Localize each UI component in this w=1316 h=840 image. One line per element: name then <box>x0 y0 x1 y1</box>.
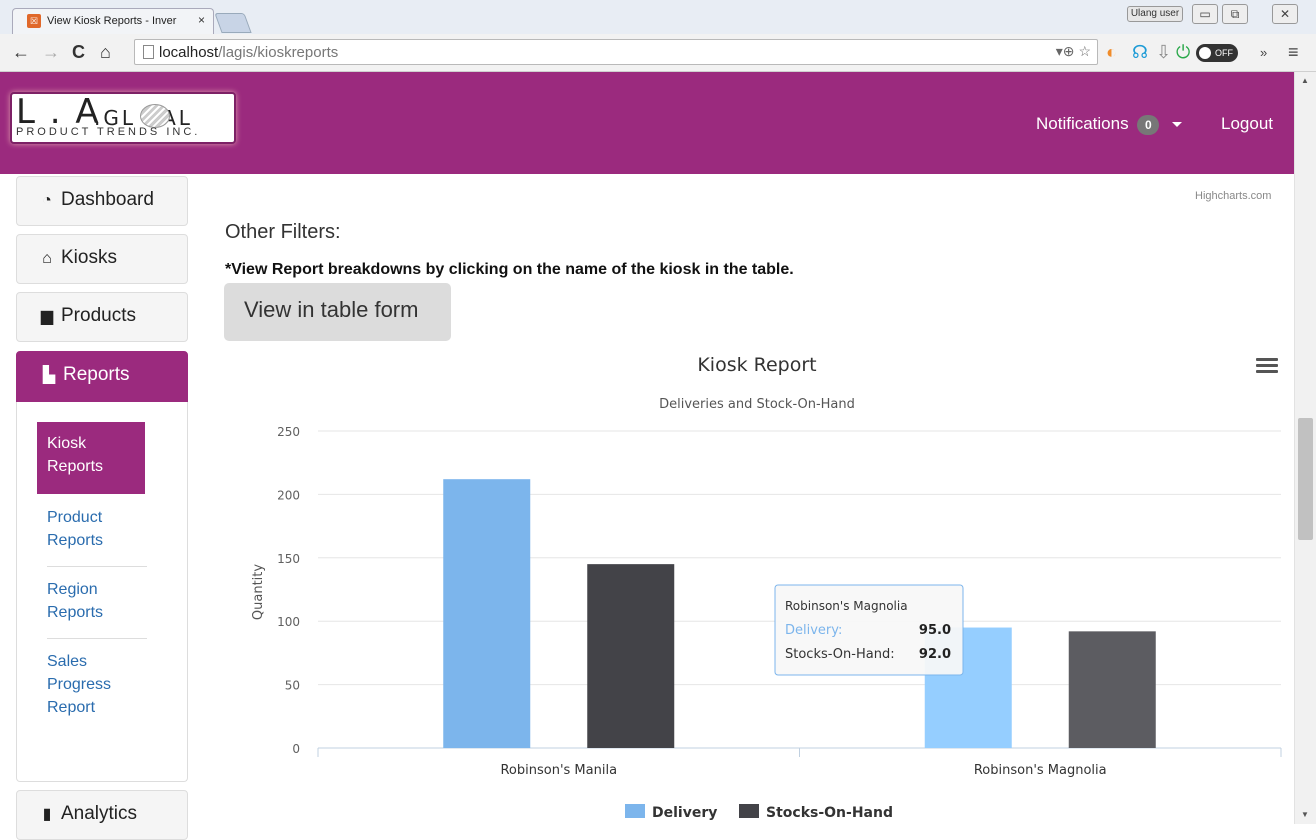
url-text: localhost/lagis/kioskreports <box>159 44 338 61</box>
download-icon[interactable]: ⇩ <box>1156 42 1171 63</box>
sidebar-label-reports: Reports <box>63 364 130 385</box>
tab-title: View Kiosk Reports - Inver <box>47 15 177 27</box>
headphones-icon[interactable]: ☊ <box>1132 42 1148 63</box>
off-toggle[interactable]: OFF <box>1196 44 1238 62</box>
y-tick-label: 200 <box>277 488 300 502</box>
notifications-dropdown[interactable]: Notifications 0 <box>1036 114 1183 135</box>
sidebar-label-kiosks: Kiosks <box>61 247 117 268</box>
address-bar[interactable]: localhost/lagis/kioskreports ▾⊕ ☆ <box>134 39 1098 65</box>
zoom-icon[interactable]: ▾⊕ <box>1056 43 1075 59</box>
file-icon: ▙ <box>42 367 56 384</box>
filters-title: Other Filters: <box>225 221 341 243</box>
divider <box>47 638 147 639</box>
forward-icon[interactable]: → <box>42 42 60 63</box>
logo-tagline: PRODUCT TRENDS INC. <box>16 126 201 138</box>
back-icon[interactable]: ← <box>12 42 30 63</box>
browser-tab[interactable]: ☒ View Kiosk Reports - Inver × <box>12 8 214 34</box>
dashboard-icon: ◔ <box>42 192 52 209</box>
submenu-kiosk-reports[interactable]: Kiosk Reports <box>37 422 145 494</box>
bar-stocks-on-hand <box>587 564 675 748</box>
bar-stocks-on-hand <box>1068 631 1156 748</box>
url-path: /lagis/kioskreports <box>218 44 339 61</box>
hint-text: *View Report breakdowns by clicking on t… <box>225 261 794 278</box>
favicon-icon: ☒ <box>27 14 41 28</box>
divider <box>47 566 147 567</box>
y-tick-label: 250 <box>277 425 300 439</box>
page-icon <box>143 45 154 59</box>
browser-toolbar: ← → C ⌂ localhost/lagis/kioskreports ▾⊕ … <box>0 34 1316 72</box>
toggle-knob <box>1199 47 1211 59</box>
briefcase-icon: ▆ <box>40 308 54 325</box>
tooltip-label: Stocks-On-Hand: <box>785 647 895 662</box>
view-table-button[interactable]: View in table form <box>224 283 451 341</box>
notifications-count-badge: 0 <box>1137 115 1160 135</box>
chart-tooltip: Robinson's Magnolia Delivery: 95.0 Stocks-O… <box>774 584 964 676</box>
menu-icon[interactable]: ≡ <box>1288 42 1299 63</box>
omnibox-icons[interactable]: ▾⊕ ☆ <box>1056 43 1091 60</box>
chevron-down-icon <box>1172 122 1183 128</box>
url-host: localhost <box>159 44 219 61</box>
star-icon[interactable]: ☆ <box>1078 43 1091 59</box>
tooltip-label: Delivery: <box>785 623 842 638</box>
restore-icon[interactable]: ⧉ <box>1222 4 1248 24</box>
legend-swatch <box>739 804 759 818</box>
tooltip-value: 95.0 <box>919 623 951 638</box>
tab-close-button[interactable]: × <box>198 13 205 27</box>
kiosk-report-chart: 0 50 100 150 200 250 Robinson's Manila Robinson… <box>251 354 1282 821</box>
sidebar-item-kiosks[interactable]: ⌂ Kiosks <box>16 234 188 284</box>
new-tab-button[interactable] <box>214 13 252 33</box>
sidebar-label-analytics: Analytics <box>61 803 138 824</box>
notifications-label: Notifications <box>1036 114 1129 133</box>
legend-item: Delivery <box>652 805 717 821</box>
globe-icon <box>140 104 170 128</box>
logout-link[interactable]: Logout <box>1221 114 1273 134</box>
sidebar-item-analytics[interactable]: ▮ Analytics <box>16 790 188 840</box>
app-header: L . A .GL BAL PRODUCT TRENDS INC. Notifi… <box>0 72 1294 174</box>
chart-subtitle: Deliveries and Stock-On-Hand <box>659 397 855 412</box>
submenu-region-reports[interactable]: Region Reports <box>47 578 145 624</box>
bar-chart-icon: ▮ <box>42 806 52 823</box>
y-tick-label: 50 <box>285 679 300 693</box>
x-category-label: Robinson's Magnolia <box>974 763 1107 778</box>
x-category-label: Robinson's Manila <box>500 763 617 778</box>
browser-tab-bar: ☒ View Kiosk Reports - Inver × Ulang use… <box>0 0 1316 34</box>
more-extensions-icon[interactable]: » <box>1260 45 1267 60</box>
profile-badge[interactable]: Ulang user <box>1127 6 1183 22</box>
reports-submenu: Kiosk Reports Product Reports Region Rep… <box>16 402 188 782</box>
highcharts-credit-link[interactable]: Highcharts.com <box>1195 190 1271 202</box>
chart-title: Kiosk Report <box>697 354 816 376</box>
scroll-thumb[interactable] <box>1298 418 1313 540</box>
submenu-sales-progress[interactable]: Sales Progress Report <box>47 650 145 719</box>
chart-legend: Delivery Stocks-On-Hand <box>625 804 893 821</box>
legend-item: Stocks-On-Hand <box>766 805 893 821</box>
page-scrollbar[interactable]: ▲ ▼ <box>1294 72 1316 824</box>
legend-swatch <box>625 804 645 818</box>
company-logo[interactable]: L . A .GL BAL PRODUCT TRENDS INC. <box>10 92 236 144</box>
tooltip-value: 92.0 <box>919 647 951 662</box>
scroll-up-icon[interactable]: ▲ <box>1301 76 1309 85</box>
y-tick-label: 0 <box>292 742 300 756</box>
bar-delivery <box>443 479 531 748</box>
close-window-icon[interactable]: ✕ <box>1272 4 1298 24</box>
reload-icon[interactable]: C <box>72 42 85 63</box>
toggle-label: OFF <box>1215 48 1233 58</box>
sidebar-item-reports[interactable]: ▙ Reports <box>16 351 188 403</box>
home-icon: ⌂ <box>42 250 52 267</box>
y-tick-label: 100 <box>277 615 300 629</box>
power-icon[interactable]: ⏻ <box>1176 42 1190 63</box>
tooltip-category: Robinson's Magnolia <box>785 599 908 613</box>
sidebar-label-dashboard: Dashboard <box>61 189 154 210</box>
sidebar-item-dashboard[interactable]: ◔ Dashboard <box>16 176 188 226</box>
extension-c-icon[interactable]: ◐ <box>1106 42 1117 63</box>
home-icon[interactable]: ⌂ <box>100 42 111 63</box>
y-tick-label: 150 <box>277 552 300 566</box>
sidebar-item-products[interactable]: ▆ Products <box>16 292 188 342</box>
scroll-down-icon[interactable]: ▼ <box>1301 810 1309 819</box>
minimize-icon[interactable]: ▭ <box>1192 4 1218 24</box>
y-axis-label: Quantity <box>251 564 266 620</box>
sidebar-label-products: Products <box>61 305 136 326</box>
submenu-product-reports[interactable]: Product Reports <box>47 506 145 552</box>
